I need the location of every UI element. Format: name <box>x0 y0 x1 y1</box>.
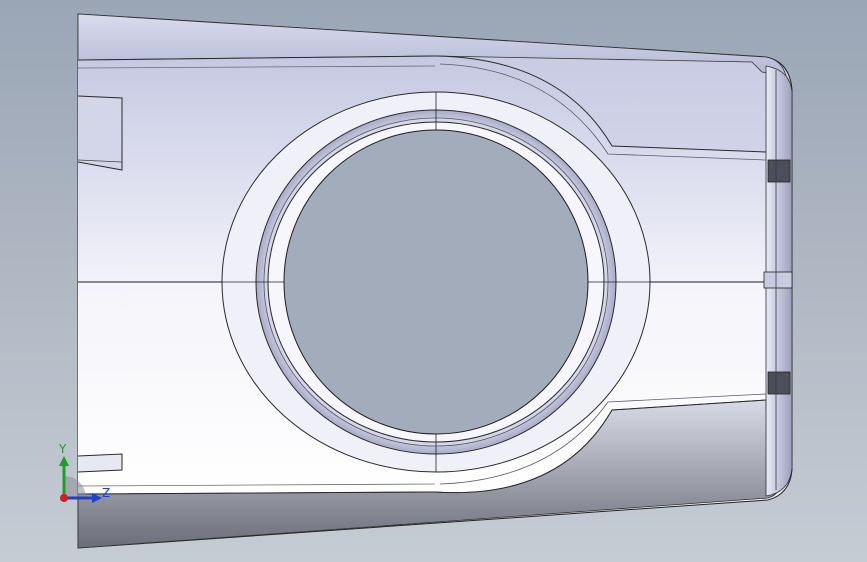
part-model[interactable] <box>0 0 867 562</box>
through-hole[interactable] <box>283 129 589 435</box>
graphics-viewport[interactable]: Y Z <box>0 0 867 562</box>
right-slot-lower <box>767 371 791 395</box>
right-slot-middle <box>763 271 793 289</box>
y-axis-arrowhead-icon <box>59 456 69 466</box>
left-slot-notch <box>77 95 123 171</box>
z-axis-arrowhead-icon <box>92 493 102 503</box>
triad-y-label: Y <box>59 442 67 456</box>
right-slot-upper <box>767 159 791 183</box>
x-axis-dot-icon <box>60 494 68 502</box>
triad-z-label: Z <box>102 486 111 500</box>
triad-quadrant-shade <box>64 476 86 498</box>
